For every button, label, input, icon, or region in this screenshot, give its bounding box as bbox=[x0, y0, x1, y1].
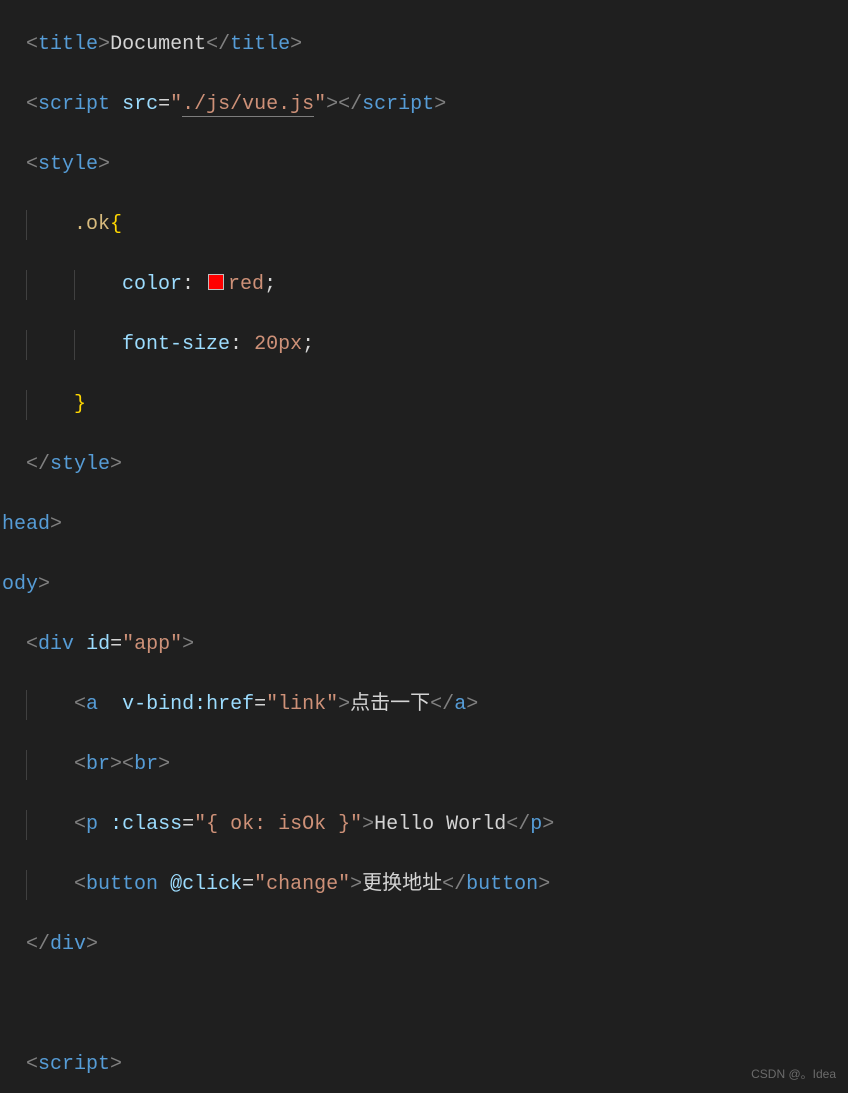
code-line: } bbox=[2, 390, 848, 420]
color-swatch-icon bbox=[208, 274, 224, 290]
code-editor: <title>Document</title> <script src="./j… bbox=[0, 0, 848, 1093]
code-line: ody> bbox=[2, 570, 848, 600]
code-line: <div id="app"> bbox=[2, 630, 848, 660]
code-line: <style> bbox=[2, 150, 848, 180]
code-line: </div> bbox=[2, 930, 848, 960]
code-line: head> bbox=[2, 510, 848, 540]
code-line: font-size: 20px; bbox=[2, 330, 848, 360]
code-line: color: red; bbox=[2, 270, 848, 300]
code-line bbox=[2, 990, 848, 1020]
code-line: <script src="./js/vue.js"></script> bbox=[2, 90, 848, 120]
code-line: <title>Document</title> bbox=[2, 30, 848, 60]
watermark: CSDN @。Idea bbox=[751, 1065, 836, 1083]
code-line: </style> bbox=[2, 450, 848, 480]
code-line: <p :class="{ ok: isOk }">Hello World</p> bbox=[2, 810, 848, 840]
code-line: <button @click="change">更换地址</button> bbox=[2, 870, 848, 900]
code-line: <br><br> bbox=[2, 750, 848, 780]
code-line: .ok{ bbox=[2, 210, 848, 240]
code-line: <script> bbox=[2, 1050, 848, 1080]
code-line: <a v-bind:href="link">点击一下</a> bbox=[2, 690, 848, 720]
